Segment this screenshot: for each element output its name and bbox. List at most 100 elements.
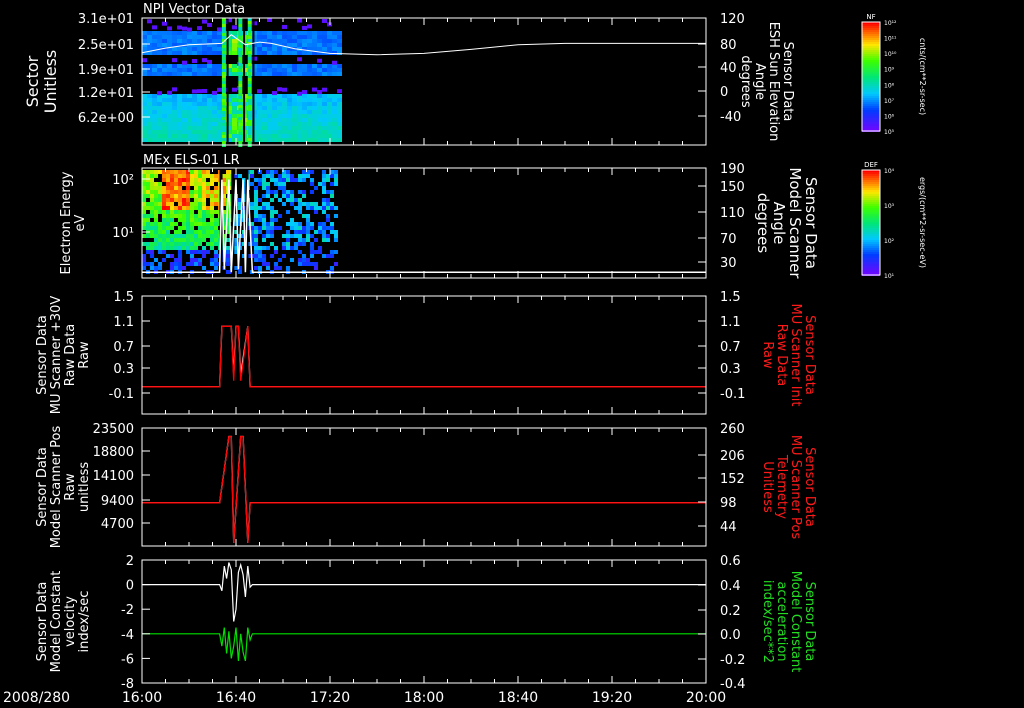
heatmap-cell (247, 90, 252, 93)
heatmap-cell (142, 258, 146, 262)
y2-axis-label: Angle (752, 63, 767, 100)
y-tick-label: 4700 (101, 517, 134, 532)
heatmap-cell (157, 64, 162, 68)
heatmap-cell (150, 174, 154, 178)
heatmap-cell (294, 230, 298, 234)
heatmap-cell (310, 206, 314, 210)
heatmap-cell (262, 182, 266, 186)
heatmap-cell (302, 122, 307, 126)
heatmap-cell (287, 43, 292, 47)
heatmap-cell (258, 198, 262, 202)
y-axis-label: Raw (77, 341, 92, 369)
heatmap-cell (274, 226, 278, 230)
colorbar-cell (862, 210, 880, 212)
heatmap-cell (197, 130, 202, 134)
heatmap-cell (267, 51, 272, 55)
heatmap-cell (167, 43, 172, 47)
heatmap-cell (206, 222, 210, 226)
heatmap-cell (262, 186, 266, 190)
heatmap-cell (202, 182, 206, 186)
heatmap-cell (287, 118, 292, 122)
heatmap-cell (297, 126, 302, 130)
heatmap-cell (327, 94, 332, 98)
heatmap-cell (327, 64, 332, 68)
heatmap-cell (210, 210, 214, 214)
heatmap-cell (177, 35, 182, 39)
heatmap-cell (150, 182, 154, 186)
heatmap-cell (197, 110, 202, 114)
heatmap-cell (192, 89, 197, 94)
heatmap-cell (257, 106, 262, 110)
heatmap-cell (210, 226, 214, 230)
heatmap-cell (190, 178, 194, 182)
heatmap-cell (154, 246, 158, 250)
heatmap-cell (212, 98, 217, 102)
heatmap-cell (332, 102, 337, 106)
heatmap-cell (146, 190, 150, 194)
heatmap-cell (302, 94, 307, 98)
colorbar-cell (862, 28, 880, 30)
heatmap-cell (322, 130, 327, 134)
heatmap-cell (202, 238, 206, 242)
time-tick-label: 19:20 (592, 690, 632, 706)
heatmap-cell (314, 238, 318, 242)
heatmap-cell (167, 72, 172, 76)
heatmap-cell (174, 190, 178, 194)
heatmap-cell (314, 186, 318, 190)
heatmap-cell (332, 114, 337, 118)
heatmap-cell (217, 122, 222, 126)
heatmap-cell (238, 57, 243, 60)
heatmap-cell (142, 122, 147, 126)
colorbar-tick-label: 10¹² (884, 20, 897, 27)
heatmap-cell (297, 68, 302, 72)
heatmap-gap (243, 18, 246, 145)
colorbar-cell (862, 266, 880, 268)
heatmap-cell (154, 214, 158, 218)
heatmap-cell (206, 190, 210, 194)
heatmap-cell (170, 238, 174, 242)
heatmap-cell (282, 126, 287, 130)
heatmap-cell (197, 26, 202, 31)
heatmap-cell (317, 130, 322, 134)
heatmap-cell (187, 68, 192, 72)
heatmap-cell (312, 31, 317, 35)
heatmap-cell (157, 35, 162, 39)
heatmap-cell (272, 114, 277, 118)
y-tick-label: 0.3 (113, 362, 134, 377)
heatmap-cell (190, 190, 194, 194)
heatmap-cell (170, 202, 174, 206)
heatmap-cell (214, 262, 218, 266)
heatmap-cell (247, 102, 252, 105)
heatmap-cell (178, 262, 182, 266)
colorbar-units: cnts/(cm**2-sr-sec) (918, 38, 927, 115)
heatmap-cell (318, 222, 322, 226)
heatmap-cell (198, 230, 202, 234)
heatmap-cell (262, 222, 266, 226)
heatmap-cell (302, 31, 307, 35)
heatmap-cell (212, 122, 217, 126)
heatmap-cell (146, 174, 150, 178)
heatmap-cell (170, 206, 174, 210)
heatmap-cell (307, 68, 312, 72)
time-tick-label: 17:20 (310, 690, 350, 706)
heatmap-cell (302, 102, 307, 106)
heatmap-cell (262, 98, 267, 102)
heatmap-cell (297, 118, 302, 122)
heatmap-cell (297, 35, 302, 39)
heatmap-cell (217, 130, 222, 134)
heatmap-cell (182, 98, 187, 102)
heatmap-cell (174, 234, 178, 238)
heatmap-cell (186, 238, 190, 242)
panel-title-npi: NPI Vector Data (143, 2, 245, 17)
heatmap-cell (162, 72, 167, 76)
heatmap-cell (142, 186, 146, 190)
heatmap-cell (217, 72, 222, 76)
heatmap-cell (332, 118, 337, 122)
heatmap-cell (327, 130, 332, 134)
heatmap-cell (194, 182, 198, 186)
heatmap-cell (247, 63, 252, 66)
heatmap-cell (202, 234, 206, 238)
heatmap-cell (314, 202, 318, 206)
heatmap-cell (192, 68, 197, 72)
heatmap-cell (267, 68, 272, 72)
